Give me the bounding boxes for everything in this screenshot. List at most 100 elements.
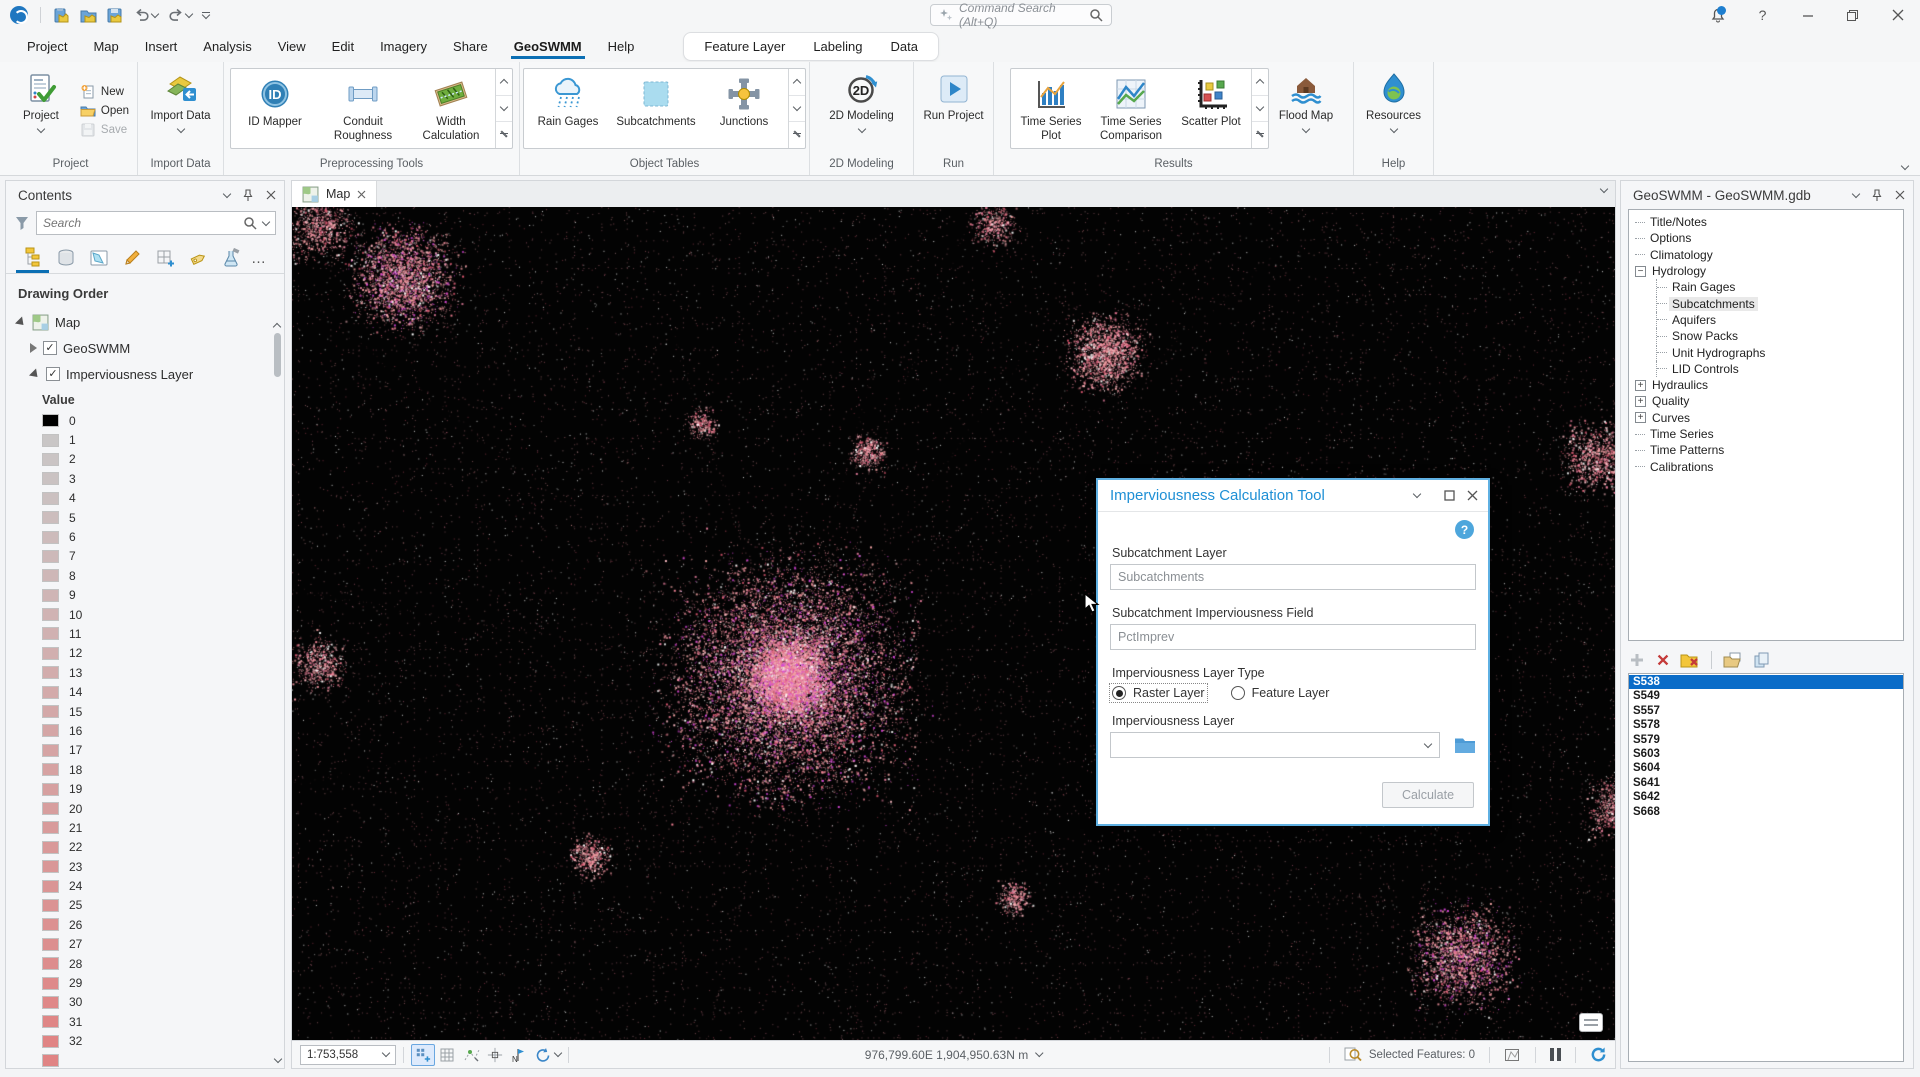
tree-item-time-series[interactable]: Time Series <box>1635 426 1903 442</box>
tree-item-hydrology[interactable]: −Hydrology <box>1635 263 1903 279</box>
save-button[interactable]: Save <box>80 122 129 138</box>
project-button[interactable]: Project <box>8 66 74 155</box>
width-calculation-button[interactable]: Width Calculation <box>407 69 495 148</box>
flood-map-button[interactable]: Flood Map <box>1273 66 1339 155</box>
plus-expander-icon[interactable]: + <box>1635 396 1646 407</box>
tree-item-calibrations[interactable]: Calibrations <box>1635 458 1903 474</box>
contents-scrollbar[interactable] <box>273 321 282 1044</box>
maximize-dialog-icon[interactable] <box>1444 490 1455 501</box>
close-dialog-icon[interactable] <box>1467 490 1478 501</box>
raster-layer-radio[interactable]: Raster Layer <box>1112 686 1205 700</box>
layer-item-geoswmm[interactable]: ✓ GeoSWMM <box>16 335 284 361</box>
delete-object-icon[interactable] <box>1655 652 1671 668</box>
add-object-icon[interactable] <box>1628 651 1646 669</box>
resources-button[interactable]: Resources <box>1361 66 1427 155</box>
map-overflow-icon[interactable] <box>1579 1013 1603 1032</box>
collapse-dialog-icon[interactable] <box>1413 490 1421 498</box>
contextual-tab-labeling[interactable]: Labeling <box>799 36 876 57</box>
save-as-icon[interactable] <box>107 7 124 24</box>
time-series-comparison-button[interactable]: Time Series Comparison <box>1091 69 1171 148</box>
pin-icon[interactable] <box>1871 189 1883 202</box>
menu-tab-help[interactable]: Help <box>595 33 648 60</box>
subcatchments-button[interactable]: Subcatchments <box>612 69 700 148</box>
tree-item-hydraulics[interactable]: +Hydraulics <box>1635 377 1903 393</box>
imperviousness-layer-combobox[interactable] <box>1110 732 1440 758</box>
data-source-tab-icon[interactable] <box>49 243 82 273</box>
new-button[interactable]: New <box>80 84 129 100</box>
rotate-icon[interactable] <box>531 1044 555 1066</box>
map-extent-icon[interactable] <box>1504 1047 1521 1063</box>
menu-tab-project[interactable]: Project <box>14 33 80 60</box>
minimize-button[interactable] <box>1785 0 1830 30</box>
conduit-roughness-button[interactable]: Conduit Roughness <box>319 69 407 148</box>
tree-item-rain-gages[interactable]: Rain Gages <box>1635 279 1903 295</box>
close-pane-icon[interactable] <box>266 190 276 200</box>
menu-tab-map[interactable]: Map <box>80 33 131 60</box>
restore-button[interactable] <box>1830 0 1875 30</box>
tree-item-subcatchments[interactable]: Subcatchments <box>1635 295 1903 311</box>
editing-tab-icon[interactable] <box>115 243 148 273</box>
search-icon[interactable] <box>243 216 257 230</box>
close-button[interactable] <box>1875 0 1920 30</box>
menu-tab-insert[interactable]: Insert <box>132 33 191 60</box>
tree-item-title-notes[interactable]: Title/Notes <box>1635 214 1903 230</box>
tree-item-time-patterns[interactable]: Time Patterns <box>1635 442 1903 458</box>
tree-item-curves[interactable]: +Curves <box>1635 410 1903 426</box>
map-view-tab[interactable]: Map <box>292 181 377 207</box>
refresh-icon[interactable] <box>1590 1046 1607 1063</box>
menu-tab-view[interactable]: View <box>265 33 319 60</box>
tree-item-unit-hydrographs[interactable]: Unit Hydrographs <box>1635 344 1903 360</box>
menu-tab-edit[interactable]: Edit <box>319 33 367 60</box>
subcatchment-layer-input[interactable] <box>1110 564 1476 590</box>
scatter-plot-button[interactable]: Scatter Plot <box>1171 69 1251 148</box>
time-series-plot-button[interactable]: Time Series Plot <box>1011 69 1091 148</box>
subcatchment-list-item[interactable]: S579 <box>1629 733 1903 747</box>
layer-checkbox[interactable]: ✓ <box>43 341 57 355</box>
run-project-button[interactable]: Run Project <box>921 66 987 155</box>
subcatchment-list-item[interactable]: S578 <box>1629 718 1903 732</box>
tree-item-lid-controls[interactable]: LID Controls <box>1635 361 1903 377</box>
snapping-toggle-icon[interactable] <box>411 1044 435 1066</box>
coordinate-readout[interactable]: 976,799.60E 1,904,950.63N m <box>865 1048 1042 1062</box>
id-mapper-button[interactable]: IDID Mapper <box>231 69 319 148</box>
save-project-icon[interactable] <box>53 7 70 24</box>
selection-tab-icon[interactable] <box>82 243 115 273</box>
layer-item-imperviousness[interactable]: ✓ Imperviousness Layer <box>16 361 284 387</box>
notifications-button[interactable] <box>1695 0 1740 30</box>
plus-expander-icon[interactable]: + <box>1635 412 1646 423</box>
plus-expander-icon[interactable]: + <box>1635 380 1646 391</box>
close-tab-icon[interactable] <box>357 190 366 199</box>
junctions-button[interactable]: Junctions <box>700 69 788 148</box>
subcatchment-list-item[interactable]: S642 <box>1629 790 1903 804</box>
search-input[interactable] <box>43 216 237 230</box>
dialog-help-icon[interactable]: ? <box>1455 520 1474 539</box>
pin-icon[interactable] <box>242 189 254 202</box>
calculate-button[interactable]: Calculate <box>1382 782 1474 808</box>
import-data-button[interactable]: Import Data <box>148 66 214 155</box>
north-arrow-icon[interactable]: N <box>507 1044 531 1066</box>
customize-qat-button[interactable] <box>202 12 210 18</box>
menu-tab-geoswmm[interactable]: GeoSWMM <box>501 33 595 60</box>
close-pane-icon[interactable] <box>1895 190 1905 200</box>
minus-expander-icon[interactable]: − <box>1635 266 1646 277</box>
pane-menu-icon[interactable] <box>1853 194 1859 197</box>
delete-all-icon[interactable] <box>1680 651 1700 669</box>
search-options-icon[interactable] <box>262 217 270 225</box>
copy-object-icon[interactable] <box>1752 651 1771 669</box>
collapse-icon[interactable] <box>15 316 27 328</box>
layer-checkbox[interactable]: ✓ <box>46 367 60 381</box>
redo-button[interactable] <box>168 7 192 23</box>
crosshair-icon[interactable] <box>483 1044 507 1066</box>
more-tabs-icon[interactable]: … <box>247 250 271 267</box>
menu-tab-imagery[interactable]: Imagery <box>367 33 440 60</box>
open-table-icon[interactable] <box>1723 651 1743 669</box>
gallery-scrollbar[interactable] <box>788 69 805 148</box>
subcatchment-list-item[interactable]: S668 <box>1629 805 1903 819</box>
map-scale-combobox[interactable]: 1:753,558 <box>300 1045 396 1065</box>
gallery-scrollbar[interactable] <box>1251 69 1268 148</box>
browse-folder-icon[interactable] <box>1454 736 1476 754</box>
command-search[interactable]: Command Search (Alt+Q) <box>930 4 1112 26</box>
filter-icon[interactable] <box>14 215 30 231</box>
drawing-order-tab-icon[interactable] <box>16 243 49 273</box>
rain-gages-button[interactable]: Rain Gages <box>524 69 612 148</box>
